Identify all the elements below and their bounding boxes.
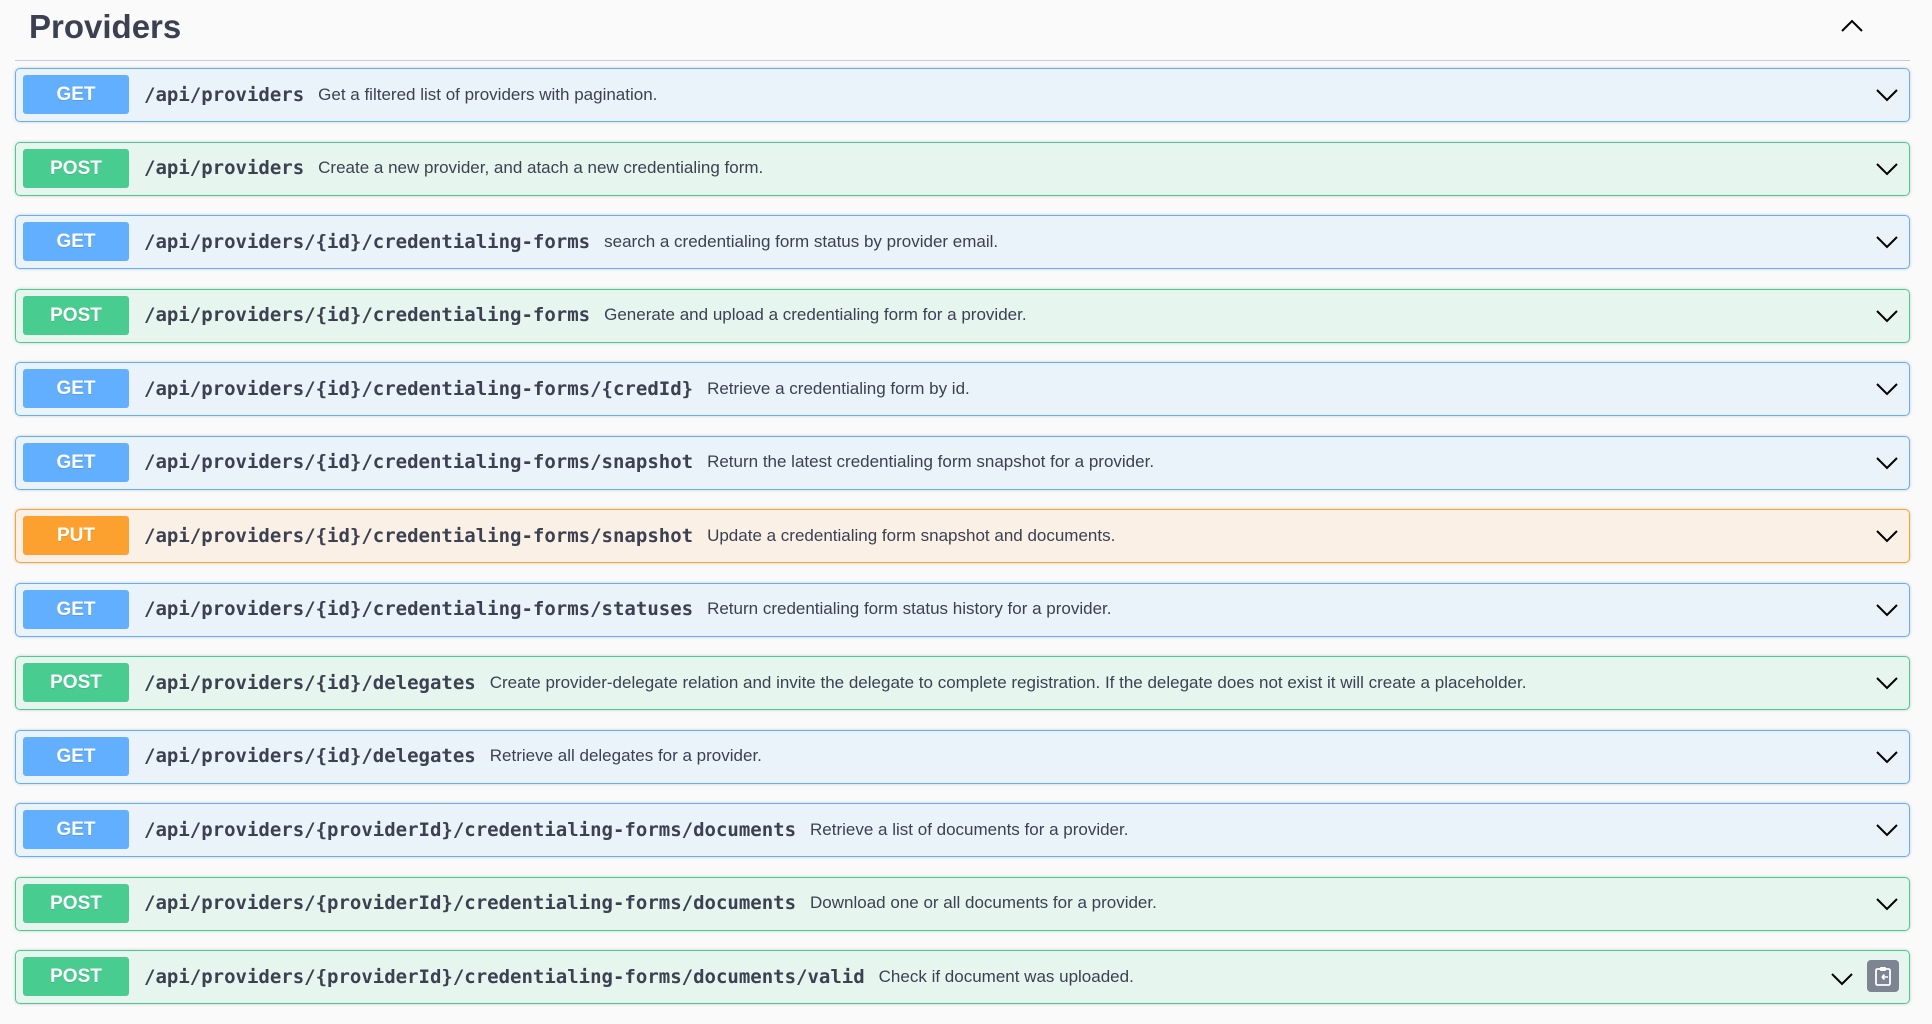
chevron-up-icon[interactable] [1834, 12, 1870, 40]
chevron-down-icon[interactable] [1873, 596, 1901, 624]
operation-summary-line: /api/providers Get a filtered list of pro… [144, 69, 657, 120]
operation-summary-line: /api/providers/{id}/credentialing-forms/… [144, 584, 1111, 635]
operation-path: /api/providers/{id}/credentialing-forms [144, 230, 591, 253]
chevron-down-icon[interactable] [1873, 669, 1901, 697]
operation-description: Generate and upload a credentialing form… [604, 305, 1027, 324]
operation-description: Download one or all documents for a prov… [810, 893, 1157, 912]
operation-get-row[interactable]: GET/api/providers Get a filtered list of … [15, 68, 1910, 122]
operation-description: Retrieve all delegates for a provider. [489, 746, 762, 765]
operations-list: GET/api/providers Get a filtered list of … [15, 68, 1910, 1024]
method-badge: POST [23, 957, 129, 996]
operation-path: /api/providers/{id}/delegates [144, 671, 476, 694]
chevron-down-icon[interactable] [1873, 228, 1901, 256]
method-badge: POST [23, 148, 129, 188]
operation-summary-line: /api/providers/{providerId}/credentialin… [144, 951, 1134, 1002]
method-badge: GET [23, 75, 129, 114]
operation-path: /api/providers/{id}/credentialing-forms/… [144, 377, 694, 400]
chevron-down-icon[interactable] [1828, 965, 1856, 993]
section-header[interactable]: Providers [15, 0, 1910, 61]
operation-description: Create provider-delegate relation and in… [489, 672, 1527, 692]
operation-post-row[interactable]: POST/api/providers/{providerId}/credenti… [15, 950, 1910, 1004]
operation-summary-line: /api/providers/{id}/credentialing-forms/… [144, 510, 1115, 561]
operation-summary-line: /api/providers/{providerId}/credentialin… [144, 878, 1157, 929]
operation-description: Retrieve a credentialing form by id. [707, 378, 970, 398]
operation-path: /api/providers [144, 157, 305, 179]
chevron-down-icon[interactable] [1873, 302, 1901, 330]
section-title: Providers [29, 8, 182, 45]
providers-section: Providers GET/api/providers Get a filtere… [0, 0, 1932, 1021]
operation-description: Create a new provider, and atach a new c… [318, 158, 764, 177]
operation-description: Update a credentialing form snapshot and… [707, 525, 1116, 545]
operation-description: Return credentialing form status history… [707, 599, 1112, 618]
operation-path: /api/providers/{id}/delegates [144, 745, 476, 767]
operation-summary-line: /api/providers/{id}/credentialing-forms/… [144, 437, 1154, 488]
copy-to-clipboard-icon[interactable] [1867, 960, 1899, 992]
method-badge: GET [23, 810, 129, 849]
operation-post-row[interactable]: POST/api/providers/{id}/credentialing-fo… [15, 288, 1910, 343]
operation-get-row[interactable]: GET/api/providers/{providerId}/credentia… [15, 803, 1910, 857]
operation-description: Check if document was uploaded. [878, 966, 1134, 986]
chevron-down-icon[interactable] [1873, 890, 1901, 918]
operation-get-row[interactable]: GET/api/providers/{id}/credentialing-for… [15, 362, 1910, 416]
operation-post-row[interactable]: POST/api/providers/{id}/delegates Create … [15, 656, 1910, 710]
chevron-down-icon[interactable] [1873, 522, 1901, 550]
chevron-down-icon[interactable] [1873, 816, 1901, 844]
operation-path: /api/providers/{id}/credentialing-forms/… [144, 598, 694, 620]
method-badge: PUT [23, 516, 129, 555]
method-badge: GET [23, 369, 129, 408]
operation-summary-line: /api/providers/{id}/credentialing-forms G… [144, 290, 1027, 341]
operation-description: search a credentialing form status by pr… [604, 231, 999, 251]
operation-get-row[interactable]: GET/api/providers/{id}/credentialing-for… [15, 435, 1910, 490]
chevron-down-icon[interactable] [1873, 449, 1901, 477]
operation-summary-line: /api/providers/{id}/credentialing-forms s… [144, 216, 998, 267]
operation-path: /api/providers/{id}/credentialing-forms/… [144, 451, 694, 473]
operation-path: /api/providers [144, 83, 305, 106]
operation-post-row[interactable]: POST/api/providers/{providerId}/credenti… [15, 876, 1910, 931]
operation-get-row[interactable]: GET/api/providers/{id}/credentialing-for… [15, 582, 1910, 637]
chevron-down-icon[interactable] [1873, 81, 1901, 109]
method-badge: GET [23, 589, 129, 629]
operation-summary-line: /api/providers Create a new provider, and… [144, 143, 763, 194]
operation-path: /api/providers/{providerId}/credentialin… [144, 892, 797, 914]
operation-description: Return the latest credentialing form sna… [707, 452, 1155, 471]
method-badge: POST [23, 883, 129, 923]
method-badge: GET [23, 222, 129, 261]
operation-post-row[interactable]: POST/api/providers Create a new provider,… [15, 141, 1910, 196]
method-badge: GET [23, 442, 129, 482]
operation-path: /api/providers/{providerId}/credentialin… [144, 818, 797, 841]
operation-summary-line: /api/providers/{id}/credentialing-forms/… [144, 363, 970, 414]
operation-put-row[interactable]: PUT/api/providers/{id}/credentialing-for… [15, 509, 1910, 563]
chevron-down-icon[interactable] [1873, 743, 1901, 771]
operation-summary-line: /api/providers/{id}/delegates Retrieve al… [144, 731, 762, 782]
operation-get-row[interactable]: GET/api/providers/{id}/credentialing-for… [15, 215, 1910, 269]
chevron-down-icon[interactable] [1873, 375, 1901, 403]
operation-get-row[interactable]: GET/api/providers/{id}/delegates Retrieve… [15, 729, 1910, 784]
operation-summary-line: /api/providers/{id}/delegates Create prov… [144, 657, 1526, 708]
operation-description: Retrieve a list of documents for a provi… [810, 819, 1129, 839]
operation-path: /api/providers/{id}/credentialing-forms/… [144, 524, 694, 547]
method-badge: POST [23, 295, 129, 335]
operation-path: /api/providers/{providerId}/credentialin… [144, 965, 865, 988]
operation-summary-line: /api/providers/{providerId}/credentialin… [144, 804, 1128, 855]
method-badge: GET [23, 736, 129, 776]
operation-description: Get a filtered list of providers with pa… [318, 84, 658, 104]
chevron-down-icon[interactable] [1873, 155, 1901, 183]
method-badge: POST [23, 663, 129, 702]
operation-path: /api/providers/{id}/credentialing-forms [144, 304, 591, 326]
